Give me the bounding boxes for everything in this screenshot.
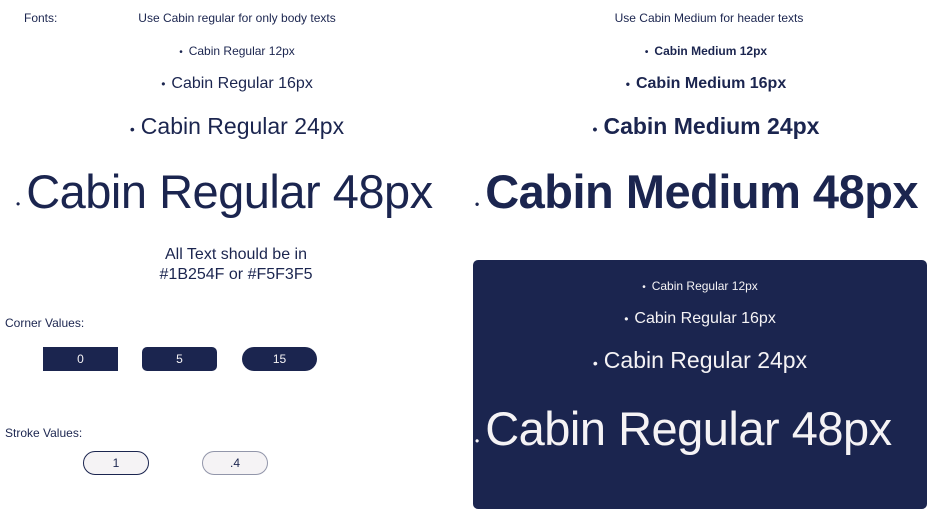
medium-sample-12-label: Cabin Medium 12px [654, 44, 768, 58]
medium-sample-24: • Cabin Medium 24px [593, 113, 820, 140]
regular-sample-48-label: Cabin Regular 48px [26, 165, 433, 218]
bullet-icon: • [161, 77, 166, 91]
corner-values-label: Corner Values: [5, 316, 85, 330]
panel-sample-24-label: Cabin Regular 24px [603, 347, 808, 373]
medium-sample-12: • Cabin Medium 12px [645, 44, 767, 58]
bullet-icon: • [644, 47, 649, 58]
medium-sample-16-label: Cabin Medium 16px [635, 75, 787, 92]
regular-sample-24: • Cabin Regular 24px [130, 113, 344, 140]
fonts-label: Fonts: [24, 11, 58, 25]
header-font-note: Use Cabin Medium for header texts [614, 11, 804, 25]
corner-0-swatch: 0 [43, 347, 118, 371]
panel-sample-16: • Cabin Regular 16px [624, 310, 776, 328]
text-color-note-line2: #1B254F or #F5F3F5 [159, 266, 313, 283]
bullet-icon: • [179, 47, 183, 58]
regular-sample-16-label: Cabin Regular 16px [171, 75, 313, 92]
text-color-note-line1: All Text should be in [164, 246, 307, 263]
body-font-note: Use Cabin regular for only body texts [138, 11, 336, 25]
panel-sample-48-label: Cabin Regular 48px [485, 402, 892, 455]
corner-15-swatch: 15 [242, 347, 317, 371]
panel-sample-12: • Cabin Regular 12px [642, 279, 758, 293]
bullet-icon: • [625, 77, 630, 91]
bullet-icon: • [475, 197, 480, 211]
style-guide-page: Fonts: Use Cabin regular for only body t… [0, 0, 939, 514]
medium-sample-16: • Cabin Medium 16px [626, 75, 786, 93]
stroke-04-swatch: .4 [202, 451, 268, 475]
bullet-icon: • [642, 282, 646, 293]
panel-sample-48: • Cabin Regular 48px [475, 401, 892, 456]
regular-sample-24-label: Cabin Regular 24px [140, 113, 345, 139]
panel-sample-24: • Cabin Regular 24px [593, 347, 807, 374]
regular-sample-48: • Cabin Regular 48px [16, 164, 433, 219]
regular-sample-16: • Cabin Regular 16px [161, 75, 313, 93]
stroke-1-swatch: 1 [83, 451, 149, 475]
regular-sample-12-label: Cabin Regular 12px [188, 44, 295, 58]
corner-5-swatch: 5 [142, 347, 217, 371]
medium-sample-48-label: Cabin Medium 48px [485, 165, 919, 218]
medium-sample-24-label: Cabin Medium 24px [603, 113, 820, 139]
bullet-icon: • [475, 434, 480, 448]
bullet-icon: • [624, 312, 629, 326]
bullet-icon: • [129, 121, 135, 137]
regular-sample-12: • Cabin Regular 12px [179, 44, 295, 58]
dark-sample-panel: • Cabin Regular 12px • Cabin Regular 16p… [473, 260, 927, 509]
text-color-note: All Text should be in #1B254F or #F5F3F5 [160, 245, 313, 285]
stroke-values-label: Stroke Values: [5, 426, 83, 440]
bullet-icon: • [16, 197, 21, 211]
medium-sample-48: • Cabin Medium 48px [475, 164, 919, 219]
bullet-icon: • [592, 121, 598, 137]
panel-sample-16-label: Cabin Regular 16px [634, 310, 776, 327]
bullet-icon: • [592, 355, 598, 371]
panel-sample-12-label: Cabin Regular 12px [651, 279, 758, 293]
